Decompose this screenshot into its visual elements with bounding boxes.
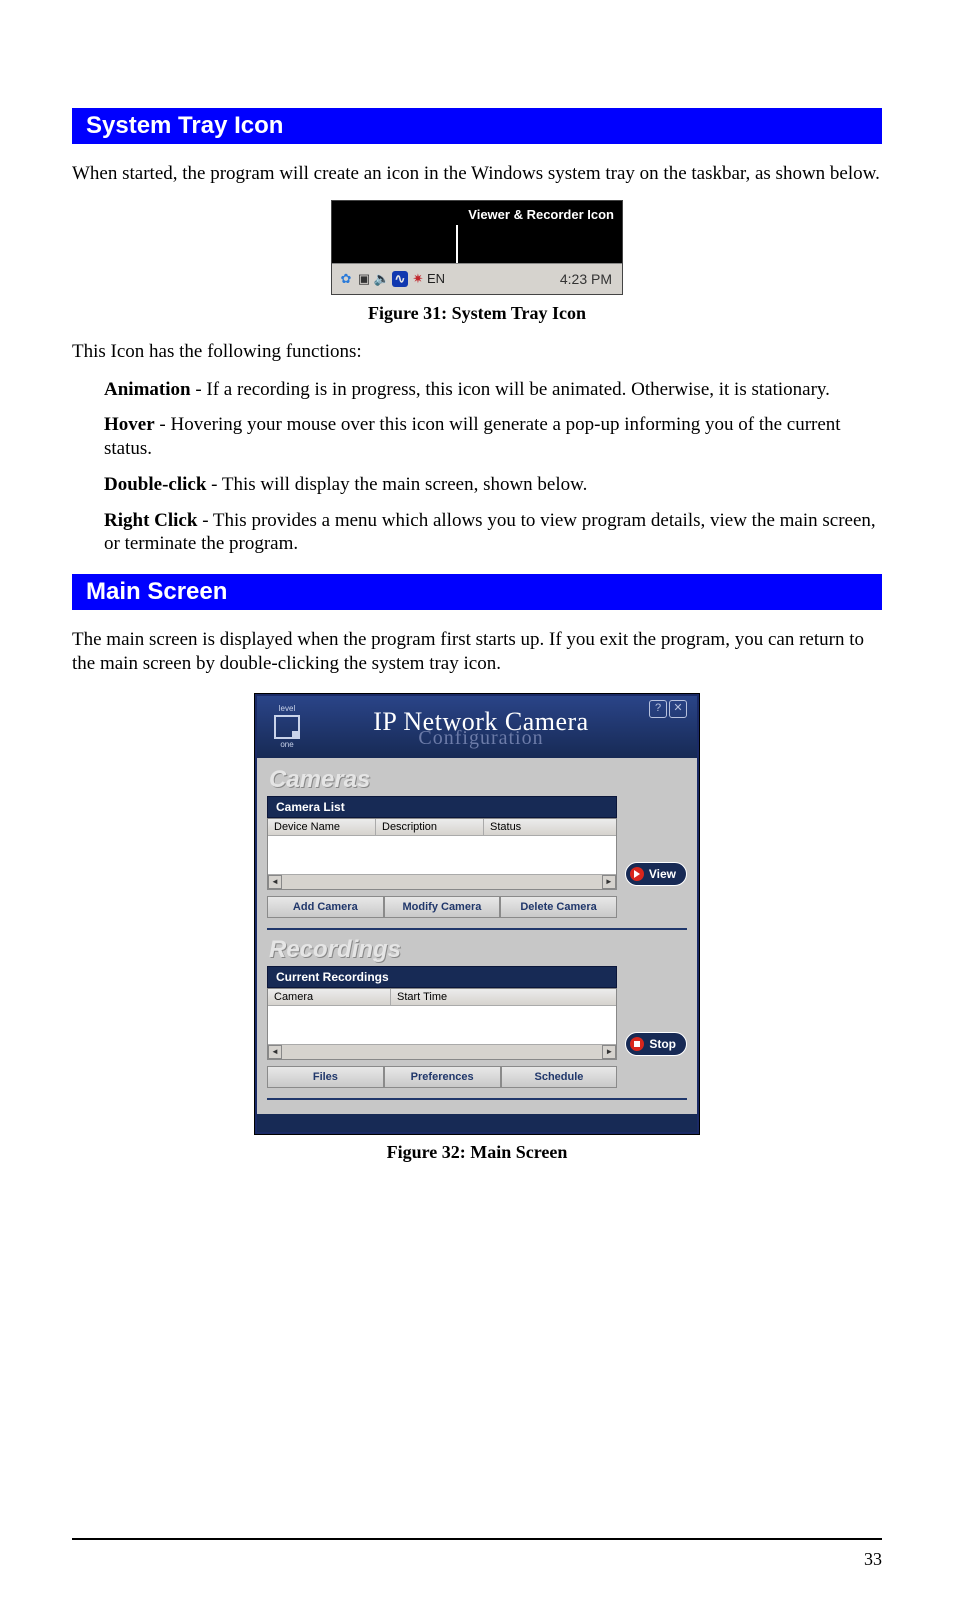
help-button[interactable]: ? [649, 700, 667, 718]
fn-right: Right Click - This provides a menu which… [104, 509, 882, 557]
fn-double-label: Double-click [104, 474, 206, 495]
fn-double: Double-click - This will display the mai… [104, 473, 882, 497]
figure-32-caption: Figure 32: Main Screen [72, 1142, 882, 1163]
tray-intro-text: When started, the program will create an… [72, 162, 882, 186]
recordings-right: Stop [625, 1032, 687, 1088]
view-button[interactable]: View [625, 862, 687, 886]
window-title-text: IP Network Camera [313, 707, 649, 737]
camera-buttons: Add Camera Modify Camera Delete Camera [267, 896, 617, 918]
fn-hover-text: - Hovering your mouse over this icon wil… [104, 414, 841, 459]
camera-list-header: Device Name Description Status [268, 819, 616, 836]
language-indicator[interactable]: EN [428, 271, 444, 287]
window-titlebar: level one Configuration IP Network Camer… [257, 696, 697, 758]
fn-animation-label: Animation [104, 379, 191, 400]
col-description[interactable]: Description [376, 819, 484, 835]
page-number: 33 [864, 1549, 882, 1570]
fn-right-text: - This provides a menu which allows you … [104, 510, 876, 555]
recordings-left: Current Recordings Camera Start Time ◄ ► [267, 966, 617, 1088]
functions-intro: This Icon has the following functions: [72, 340, 882, 364]
brand-mark-icon [274, 715, 300, 739]
recordings-list-header: Camera Start Time [268, 989, 616, 1006]
systray-callout-area: Viewer & Recorder Icon [332, 201, 622, 263]
scroll-left-icon[interactable]: ◄ [268, 875, 282, 889]
preferences-button[interactable]: Preferences [384, 1066, 501, 1088]
speaker-icon[interactable]: 🔈 [374, 271, 390, 287]
divider-2 [267, 1098, 687, 1100]
files-button[interactable]: Files [267, 1066, 384, 1088]
main-intro-text: The main screen is displayed when the pr… [72, 628, 882, 676]
systray-screenshot: Viewer & Recorder Icon ✿ ▣ 🔈 ∿ ✷ EN 4:23… [331, 200, 623, 295]
figure-32: level one Configuration IP Network Camer… [72, 694, 882, 1134]
view-label: View [649, 867, 676, 881]
recorder-icon[interactable]: ∿ [392, 271, 408, 287]
tray-icons: ✿ ▣ 🔈 ∿ ✷ EN [338, 271, 444, 287]
fn-hover-label: Hover [104, 414, 155, 435]
recordings-row: Current Recordings Camera Start Time ◄ ► [267, 966, 687, 1088]
recordings-list[interactable]: Camera Start Time ◄ ► [267, 988, 617, 1060]
col-device-name[interactable]: Device Name [268, 819, 376, 835]
schedule-button[interactable]: Schedule [501, 1066, 618, 1088]
clock: 4:23 PM [560, 271, 612, 287]
window-buttons: ? ✕ [649, 700, 687, 718]
brand-top: level [279, 705, 295, 713]
recordings-list-scrollbar[interactable]: ◄ ► [268, 1044, 616, 1059]
modify-camera-button[interactable]: Modify Camera [384, 896, 501, 918]
scroll-right-icon[interactable]: ► [602, 1045, 616, 1059]
msn-icon[interactable]: ✿ [338, 271, 354, 287]
fn-animation: Animation - If a recording is in progres… [104, 378, 882, 402]
fn-animation-text: - If a recording is in progress, this ic… [191, 379, 830, 400]
figure-31: Viewer & Recorder Icon ✿ ▣ 🔈 ∿ ✷ EN 4:23… [72, 200, 882, 295]
cameras-section-title: Cameras [269, 766, 687, 794]
window-footer-bar [257, 1114, 697, 1132]
taskbar: ✿ ▣ 🔈 ∿ ✷ EN 4:23 PM [332, 263, 622, 294]
cameras-left: Camera List Device Name Description Stat… [267, 796, 617, 918]
col-camera[interactable]: Camera [268, 989, 391, 1005]
scroll-left-icon[interactable]: ◄ [268, 1045, 282, 1059]
col-start-time[interactable]: Start Time [391, 989, 616, 1005]
heading-system-tray: System Tray Icon [72, 108, 882, 144]
monitor-icon[interactable]: ▣ [356, 271, 372, 287]
stop-button[interactable]: Stop [625, 1032, 687, 1056]
function-list: Animation - If a recording is in progres… [104, 378, 882, 557]
brand-bottom: one [280, 741, 293, 749]
play-icon [630, 867, 644, 881]
main-screen-window: level one Configuration IP Network Camer… [255, 694, 699, 1134]
camera-list[interactable]: Device Name Description Status ◄ ► [267, 818, 617, 890]
add-camera-button[interactable]: Add Camera [267, 896, 384, 918]
scroll-right-icon[interactable]: ► [602, 875, 616, 889]
delete-camera-button[interactable]: Delete Camera [500, 896, 617, 918]
brand-logo: level one [267, 705, 307, 749]
figure-31-caption: Figure 31: System Tray Icon [72, 303, 882, 324]
recordings-buttons: Files Preferences Schedule [267, 1066, 617, 1088]
fn-right-label: Right Click [104, 510, 197, 531]
fn-double-text: - This will display the main screen, sho… [206, 474, 587, 495]
fn-hover: Hover - Hovering your mouse over this ic… [104, 413, 882, 461]
page-rule [72, 1538, 882, 1540]
systray-callout-line [456, 225, 458, 263]
cameras-row: Camera List Device Name Description Stat… [267, 796, 687, 918]
cameras-right: View [625, 862, 687, 918]
close-button[interactable]: ✕ [669, 700, 687, 718]
window-title: Configuration IP Network Camera [313, 703, 649, 751]
divider-1 [267, 928, 687, 930]
systray-callout-label: Viewer & Recorder Icon [468, 207, 614, 222]
page: System Tray Icon When started, the progr… [0, 0, 954, 1610]
camera-list-scrollbar[interactable]: ◄ ► [268, 874, 616, 889]
recordings-section-title: Recordings [269, 936, 687, 964]
settings-icon[interactable]: ✷ [410, 271, 426, 287]
heading-main-screen: Main Screen [72, 574, 882, 610]
stop-label: Stop [649, 1037, 676, 1051]
window-body: Cameras Camera List Device Name Descript… [257, 758, 697, 1132]
stop-icon [630, 1037, 644, 1051]
recordings-list-label: Current Recordings [267, 966, 617, 988]
camera-list-label: Camera List [267, 796, 617, 818]
col-status[interactable]: Status [484, 819, 616, 835]
